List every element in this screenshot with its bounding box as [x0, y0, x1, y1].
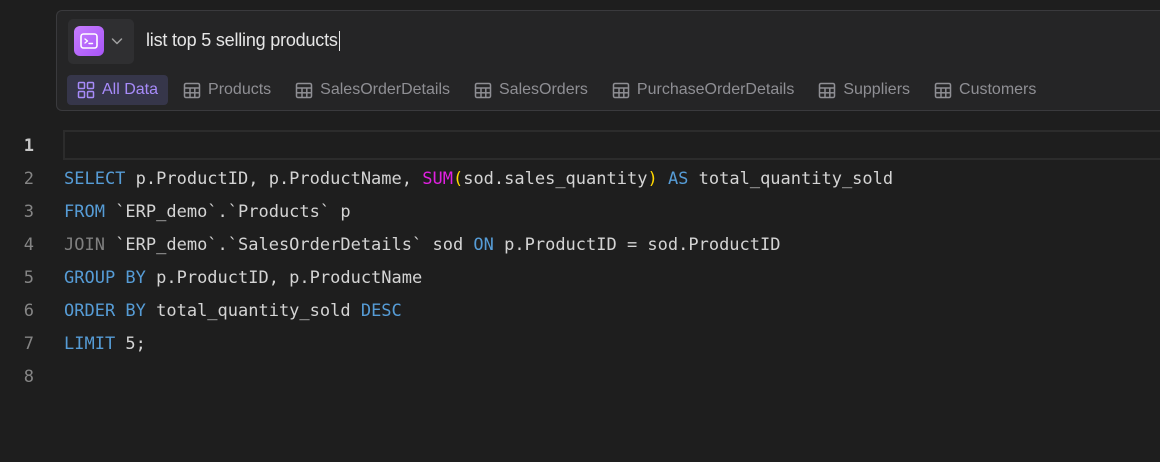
code-token: DESC	[360, 300, 402, 321]
code-token: `ERP_demo`.`SalesOrderDetails` sod	[104, 234, 474, 255]
code-token: sod.sales_quantity	[463, 168, 648, 189]
code-token: 5;	[115, 333, 146, 354]
code-token: p.ProductID, p.ProductName	[145, 267, 423, 288]
code-token: total_quantity_sold	[688, 168, 894, 189]
code-line[interactable]: 3 FROM `ERP_demo`.`Products` p	[0, 195, 1160, 228]
code-text: ORDER BY total_quantity_sold DESC	[64, 301, 402, 321]
terminal-icon	[74, 26, 104, 56]
table-icon	[818, 82, 843, 99]
table-icon	[934, 82, 959, 99]
code-text: JOIN `ERP_demo`.`SalesOrderDetails` sod …	[64, 235, 780, 255]
text-caret	[338, 30, 341, 51]
sql-editor-window: list top 5 selling products All Data Prod…	[0, 0, 1160, 462]
code-line[interactable]: 5 GROUP BY p.ProductID, p.ProductName	[0, 261, 1160, 294]
code-token: LIMIT	[64, 333, 116, 354]
chevron-down-icon[interactable]	[110, 34, 124, 48]
prompt-input-text: list top 5 selling products	[146, 30, 338, 50]
tab-customers[interactable]: Customers	[925, 75, 1045, 105]
tab-suppliers[interactable]: Suppliers	[809, 75, 919, 105]
table-icon	[295, 82, 320, 99]
table-icon	[612, 82, 637, 99]
tab-label: PurchaseOrderDetails	[636, 81, 795, 98]
tab-label: Products	[208, 81, 272, 98]
code-token: FROM	[64, 201, 105, 222]
code-text: LIMIT 5;	[64, 334, 146, 354]
line-number: 2	[23, 168, 34, 189]
code-line[interactable]: 8	[0, 360, 1160, 393]
code-token: AS	[667, 168, 689, 189]
tab-salesorders[interactable]: SalesOrders	[465, 75, 597, 105]
prompt-panel: list top 5 selling products All Data Prod…	[56, 10, 1160, 111]
table-tabs: All Data Products SalesOrderDetails SalesOr…	[67, 75, 1051, 105]
code-token: GROUP BY	[64, 267, 146, 288]
code-line[interactable]: 7 LIMIT 5;	[0, 327, 1160, 360]
code-token: total_quantity_sold	[145, 300, 361, 321]
code-token: p.ProductID, p.ProductName,	[125, 168, 423, 189]
code-line[interactable]: 1	[0, 129, 1160, 162]
code-text: GROUP BY p.ProductID, p.ProductName	[64, 268, 422, 288]
code-token: p.ProductID = sod.ProductID	[493, 234, 781, 255]
line-number: 6	[23, 300, 34, 321]
line-number: 5	[23, 267, 34, 288]
code-line[interactable]: 6 ORDER BY total_quantity_sold DESC	[0, 294, 1160, 327]
line-number: 3	[23, 201, 34, 222]
grid-icon	[77, 81, 102, 99]
table-icon	[474, 82, 499, 99]
tab-salesorderdetails[interactable]: SalesOrderDetails	[286, 75, 459, 105]
line-number: 7	[23, 333, 34, 354]
tab-label: Customers	[959, 81, 1037, 98]
code-token: ORDER BY	[64, 300, 146, 321]
line-number: 1	[23, 135, 34, 156]
table-icon	[183, 82, 208, 99]
prompt-input[interactable]: list top 5 selling products	[146, 30, 341, 51]
code-line[interactable]: 4 JOIN `ERP_demo`.`SalesOrderDetails` sod…	[0, 228, 1160, 261]
code-token: `ERP_demo`.`Products` p	[104, 201, 351, 222]
tab-all-data[interactable]: All Data	[67, 75, 169, 105]
code-token: SELECT	[64, 168, 126, 189]
code-text: SELECT p.ProductID, p.ProductName, SUM(s…	[64, 169, 893, 189]
tab-label: Suppliers	[843, 81, 911, 98]
line-number: 8	[23, 366, 34, 387]
code-editor[interactable]: 1 2 SELECT p.ProductID, p.ProductName, SUM…	[0, 128, 1160, 462]
tab-purchaseorderdetails[interactable]: PurchaseOrderDetails	[603, 75, 803, 105]
tab-label: SalesOrders	[499, 81, 588, 98]
code-token: JOIN	[64, 234, 105, 255]
code-token: )	[647, 168, 658, 189]
code-token: SUM	[422, 168, 453, 189]
line-number: 4	[23, 234, 34, 255]
tab-label: All Data	[102, 81, 159, 98]
code-token: ON	[473, 234, 494, 255]
code-text: FROM `ERP_demo`.`Products` p	[64, 202, 351, 222]
tab-products[interactable]: Products	[174, 75, 280, 105]
tab-label: SalesOrderDetails	[320, 81, 450, 98]
code-line[interactable]: 2 SELECT p.ProductID, p.ProductName, SUM(…	[0, 162, 1160, 195]
code-token: (	[452, 168, 464, 189]
mode-selector[interactable]	[68, 19, 134, 64]
